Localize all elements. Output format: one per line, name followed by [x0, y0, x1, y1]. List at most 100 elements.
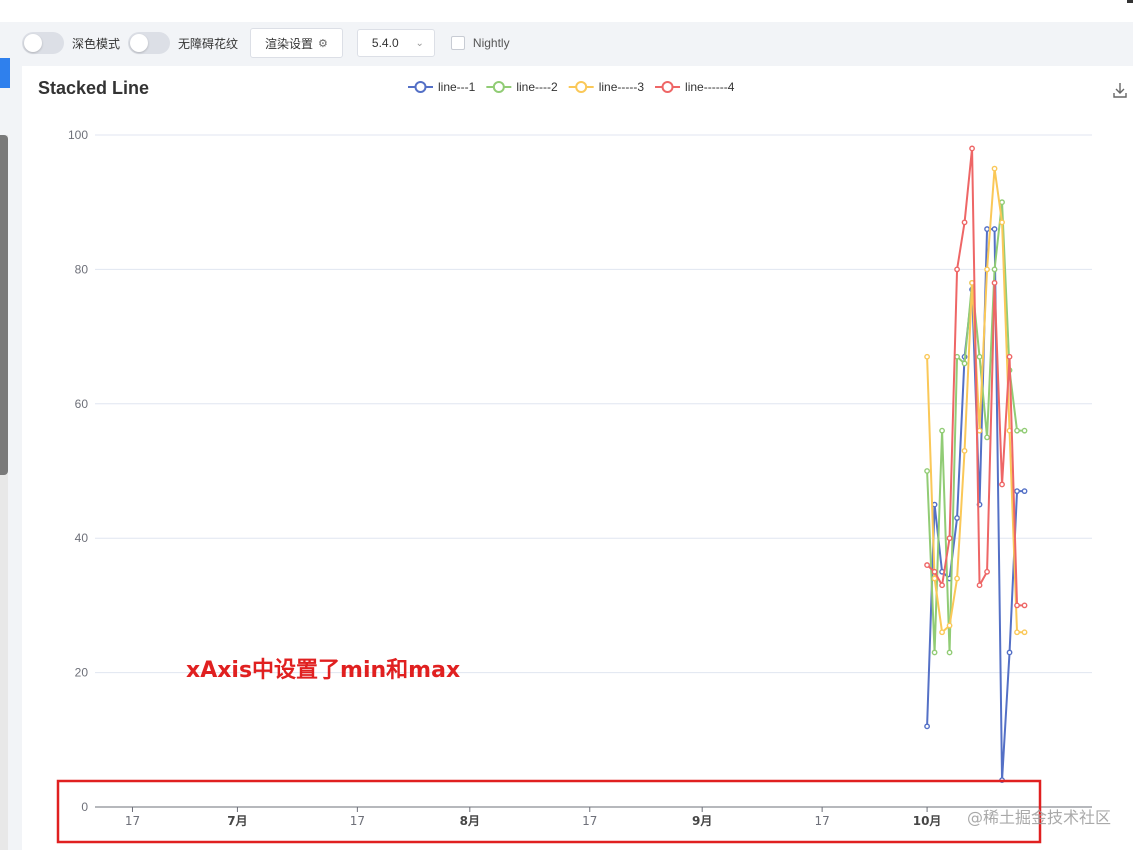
data-point[interactable]: [991, 226, 998, 232]
watermark: @稀土掘金技术社区: [967, 808, 1111, 827]
chevron-down-icon: ⌄: [415, 37, 424, 49]
x-tick-label: 7月: [227, 814, 247, 828]
aria-pattern-label: 无障碍花纹: [178, 36, 239, 51]
chart-svg: Stacked Line 020406080100 17 7月 17 8月 17 9月 17…: [38, 78, 1127, 844]
aria-pattern-toggle[interactable]: [128, 32, 171, 54]
chart-title: Stacked Line: [38, 78, 149, 98]
version-value: 5.4.0: [371, 36, 399, 50]
legend-label: line-----3: [599, 80, 645, 94]
data-point[interactable]: [931, 568, 938, 575]
x-tick-label: 17: [125, 814, 140, 828]
nightly-label: Nightly: [472, 36, 510, 50]
data-point[interactable]: [1021, 602, 1028, 609]
checkbox-box: [450, 36, 465, 50]
y-tick-label: 100: [68, 128, 88, 142]
series-line-line------4: [926, 147, 1025, 607]
data-point[interactable]: [1021, 427, 1028, 434]
data-point[interactable]: [1014, 488, 1020, 495]
data-point[interactable]: [984, 226, 990, 232]
data-point[interactable]: [984, 266, 990, 273]
data-point[interactable]: [961, 447, 968, 454]
legend-item-line------4[interactable]: line------4: [655, 80, 735, 94]
data-point[interactable]: [954, 515, 960, 521]
data-point[interactable]: [1021, 629, 1028, 636]
data-point[interactable]: [991, 165, 998, 172]
toolbar: 深色模式 无障碍花纹 渲染设置 ⚙ 5.4.0 ⌄ Nightly: [22, 28, 510, 58]
data-point[interactable]: [999, 199, 1005, 206]
legend-marker: [492, 81, 505, 93]
data-point[interactable]: [924, 562, 930, 568]
data-point[interactable]: [931, 649, 938, 656]
y-tick-label: 20: [75, 666, 89, 680]
nightly-checkbox[interactable]: Nightly: [450, 36, 510, 50]
legend-label: line----2: [516, 80, 558, 94]
data-point[interactable]: [999, 481, 1005, 488]
data-point[interactable]: [924, 468, 930, 474]
render-settings-label: 渲染设置: [265, 36, 314, 51]
download-icon[interactable]: [1113, 83, 1127, 98]
data-point[interactable]: [961, 219, 968, 226]
data-point[interactable]: [954, 266, 960, 273]
y-tick-label: 40: [75, 531, 89, 545]
version-select[interactable]: 5.4.0 ⌄: [356, 29, 435, 57]
legend-item-line-----3[interactable]: line-----3: [568, 80, 645, 94]
y-axis: 0 20 40 60 80 100: [68, 128, 88, 814]
y-tick-label: 80: [75, 262, 89, 276]
legend-item-line---1[interactable]: line---1: [408, 80, 476, 94]
series-group: [924, 145, 1028, 784]
data-point[interactable]: [976, 353, 983, 360]
data-point[interactable]: [946, 535, 953, 542]
legend-marker: [661, 81, 674, 93]
x-tick-label: 8月: [460, 814, 480, 828]
chart-panel: Stacked Line 0 20 40 60 80 100 17 7月 17 8月 17 9月 17…: [22, 66, 1133, 850]
data-point[interactable]: [924, 723, 930, 730]
y-tick-label: 60: [75, 397, 89, 411]
annotation-box: [56, 779, 1042, 844]
data-point[interactable]: [939, 629, 945, 636]
data-point[interactable]: [969, 145, 975, 152]
data-point[interactable]: [991, 279, 998, 286]
legend-label: line------4: [685, 80, 735, 94]
legend-marker: [414, 81, 427, 93]
data-point[interactable]: [1014, 427, 1020, 434]
data-point[interactable]: [1021, 488, 1028, 495]
data-point[interactable]: [999, 219, 1005, 226]
data-point[interactable]: [991, 266, 998, 273]
legend[interactable]: line---1 line----2 line-----3 line------4: [408, 80, 735, 94]
data-point[interactable]: [961, 360, 968, 367]
legend-marker: [575, 81, 588, 93]
vertical-scrollbar-thumb[interactable]: [0, 135, 8, 475]
data-point[interactable]: [939, 582, 945, 589]
data-point[interactable]: [954, 575, 960, 582]
annotation-text: xAxis中设置了min和max: [186, 658, 460, 683]
data-point[interactable]: [939, 427, 945, 434]
x-tick-label: 17: [350, 814, 365, 828]
dark-mode-toggle[interactable]: [22, 32, 64, 54]
data-point[interactable]: [976, 427, 983, 434]
data-point[interactable]: [1014, 602, 1020, 609]
toggle-knob: [130, 34, 149, 52]
dark-mode-label: 深色模式: [72, 36, 121, 51]
legend-label: line---1: [438, 80, 476, 94]
x-tick-label: 10月: [913, 814, 942, 828]
render-settings-button[interactable]: 渲染设置 ⚙: [250, 28, 343, 58]
y-tick-label: 0: [81, 800, 88, 814]
top-window-strip: [0, 0, 1133, 22]
data-point[interactable]: [946, 649, 953, 656]
data-point[interactable]: [931, 575, 938, 582]
legend-item-line----2[interactable]: line----2: [486, 80, 558, 94]
toggle-knob: [24, 34, 42, 52]
left-active-indicator: [0, 58, 10, 88]
x-tick-label: 17: [582, 814, 597, 828]
data-point[interactable]: [924, 353, 930, 360]
data-point[interactable]: [1014, 629, 1020, 636]
data-point[interactable]: [1006, 649, 1013, 656]
data-point[interactable]: [1006, 353, 1013, 360]
data-point[interactable]: [984, 568, 990, 575]
x-tick-label: 17: [814, 814, 829, 828]
data-point[interactable]: [984, 434, 990, 441]
gear-icon: ⚙: [318, 36, 328, 50]
data-point[interactable]: [976, 582, 983, 589]
grid-lines: [95, 134, 1092, 674]
data-point[interactable]: [946, 622, 953, 629]
